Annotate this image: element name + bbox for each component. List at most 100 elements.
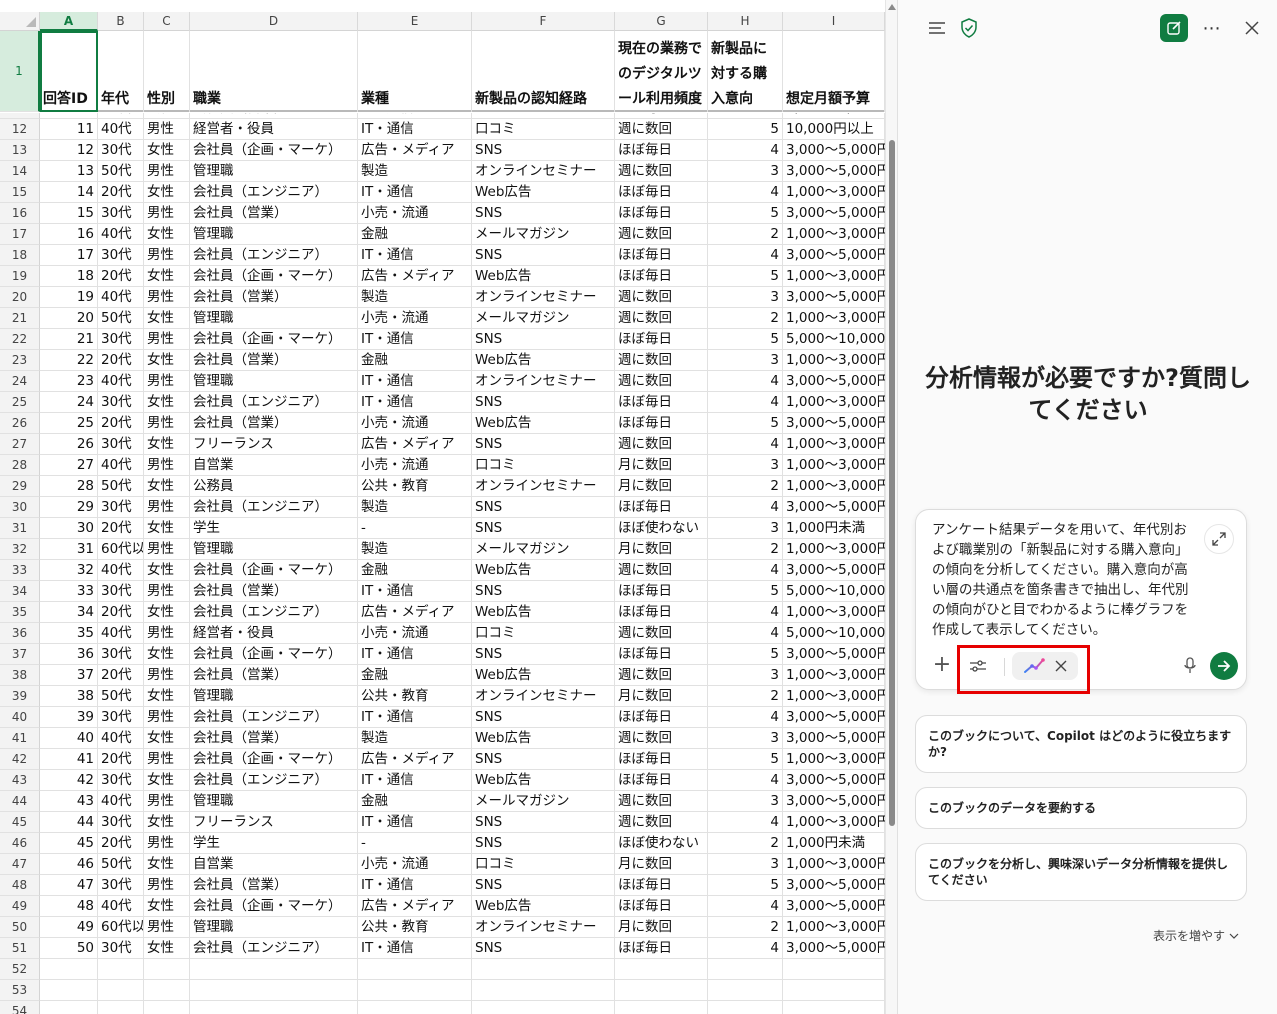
close-button[interactable] (1238, 14, 1266, 42)
cell[interactable]: 30代 (98, 938, 144, 959)
cell[interactable]: 30代 (98, 434, 144, 455)
cell[interactable]: 会社員（企画・マーケ） (190, 140, 358, 161)
settings-sliders-icon[interactable] (966, 654, 990, 678)
cell[interactable]: 4 (708, 602, 783, 623)
cell[interactable]: 3 (708, 518, 783, 539)
suggestion-summarize[interactable]: このブックのデータを要約する (915, 787, 1247, 829)
cell[interactable]: 37 (40, 665, 98, 686)
cell[interactable]: 3,000～5,000円 (783, 140, 885, 161)
cell[interactable]: 31 (40, 539, 98, 560)
cell[interactable]: 1,000～3,000円 (783, 539, 885, 560)
cell[interactable]: 学生 (190, 833, 358, 854)
cell[interactable]: 40代 (98, 455, 144, 476)
cell[interactable]: 会社員（エンジニア） (190, 497, 358, 518)
cell[interactable]: 女性 (144, 812, 190, 833)
cell[interactable]: 口コミ (472, 455, 615, 476)
row-number[interactable]: 23 (0, 350, 40, 371)
cell[interactable]: 3 (708, 287, 783, 308)
cell[interactable]: 1,000～3,000円 (783, 686, 885, 707)
cell[interactable]: 月に数回 (615, 455, 708, 476)
cell[interactable]: IT・通信 (358, 581, 472, 602)
cell[interactable]: 会社員（エンジニア） (190, 770, 358, 791)
cell[interactable]: 管理職 (190, 161, 358, 182)
cell[interactable]: 製造 (358, 287, 472, 308)
cell[interactable]: 公共・教育 (358, 476, 472, 497)
cell[interactable]: 女性 (144, 854, 190, 875)
cell[interactable]: 会社員（営業） (190, 728, 358, 749)
column-header-A[interactable]: A (40, 12, 98, 31)
cell[interactable]: 17 (40, 245, 98, 266)
cell[interactable]: 1,000～3,000円 (783, 749, 885, 770)
cell[interactable]: Web広告 (472, 896, 615, 917)
cell[interactable]: ほぼ毎日 (615, 707, 708, 728)
cell[interactable]: 40代 (98, 224, 144, 245)
cell[interactable]: 女性 (144, 140, 190, 161)
cell[interactable]: 週に数回 (615, 812, 708, 833)
cell[interactable]: 25 (40, 413, 98, 434)
cell[interactable]: 1,000～3,000円 (783, 476, 885, 497)
cell[interactable] (615, 980, 708, 1001)
cell[interactable]: 女性 (144, 476, 190, 497)
row-number[interactable]: 42 (0, 749, 40, 770)
cell[interactable]: 男性 (144, 623, 190, 644)
cell[interactable]: オンラインセミナー (472, 161, 615, 182)
cell[interactable]: IT・通信 (358, 392, 472, 413)
cell[interactable]: 23 (40, 371, 98, 392)
row-number[interactable]: 32 (0, 539, 40, 560)
cell[interactable]: 男性 (144, 329, 190, 350)
cell[interactable]: ほぼ毎日 (615, 875, 708, 896)
cell[interactable]: 5 (708, 749, 783, 770)
menu-icon[interactable] (926, 18, 948, 38)
cell[interactable]: 10,000円以上 (783, 119, 885, 140)
cell[interactable]: 3 (708, 728, 783, 749)
cell[interactable]: 4 (708, 623, 783, 644)
cell[interactable]: 1,000～3,000円 (783, 224, 885, 245)
cell[interactable]: 20代 (98, 350, 144, 371)
row-number[interactable]: 35 (0, 602, 40, 623)
cell[interactable] (190, 980, 358, 1001)
cell[interactable]: 週に数回 (615, 308, 708, 329)
cell[interactable]: 会社員（営業） (190, 665, 358, 686)
cell[interactable] (98, 959, 144, 980)
cell[interactable]: 男性 (144, 455, 190, 476)
cell[interactable]: Web広告 (472, 413, 615, 434)
cell[interactable] (358, 959, 472, 980)
row-number[interactable]: 16 (0, 203, 40, 224)
row-number[interactable]: 46 (0, 833, 40, 854)
header-cell[interactable]: 性別 (144, 31, 190, 112)
cell[interactable]: 自営業 (190, 854, 358, 875)
row-number[interactable]: 29 (0, 476, 40, 497)
row-number[interactable]: 24 (0, 371, 40, 392)
cell[interactable]: IT・通信 (358, 245, 472, 266)
cell[interactable]: 週に数回 (615, 623, 708, 644)
cell[interactable]: 男性 (144, 539, 190, 560)
cell[interactable]: Web広告 (472, 182, 615, 203)
cell[interactable]: 50代 (98, 854, 144, 875)
cell[interactable]: 女性 (144, 224, 190, 245)
cell[interactable]: 会社員（営業） (190, 413, 358, 434)
row-number[interactable]: 54 (0, 1001, 40, 1014)
cell[interactable]: 1,000～3,000円 (783, 308, 885, 329)
cell[interactable]: オンラインセミナー (472, 287, 615, 308)
cell[interactable]: 小売・流通 (358, 623, 472, 644)
vertical-scrollbar[interactable] (885, 0, 897, 1014)
row-number[interactable]: 39 (0, 686, 40, 707)
cell[interactable]: 3 (708, 350, 783, 371)
cell[interactable]: 口コミ (472, 623, 615, 644)
cell[interactable]: 12 (40, 140, 98, 161)
cell[interactable]: 広告・メディア (358, 140, 472, 161)
cell[interactable]: 1,000～3,000円 (783, 434, 885, 455)
cell[interactable]: ほぼ毎日 (615, 497, 708, 518)
cell[interactable]: 4 (708, 938, 783, 959)
cell[interactable]: 女性 (144, 266, 190, 287)
cell[interactable]: 広告・メディア (358, 749, 472, 770)
cell[interactable]: 3,000～5,000円 (783, 161, 885, 182)
cell[interactable]: 5 (708, 203, 783, 224)
cell[interactable]: 44 (40, 812, 98, 833)
cell[interactable]: IT・通信 (358, 371, 472, 392)
cell[interactable]: 女性 (144, 938, 190, 959)
row-number[interactable]: 47 (0, 854, 40, 875)
cell[interactable]: 30代 (98, 707, 144, 728)
cell[interactable]: 製造 (358, 728, 472, 749)
row-number[interactable]: 49 (0, 896, 40, 917)
